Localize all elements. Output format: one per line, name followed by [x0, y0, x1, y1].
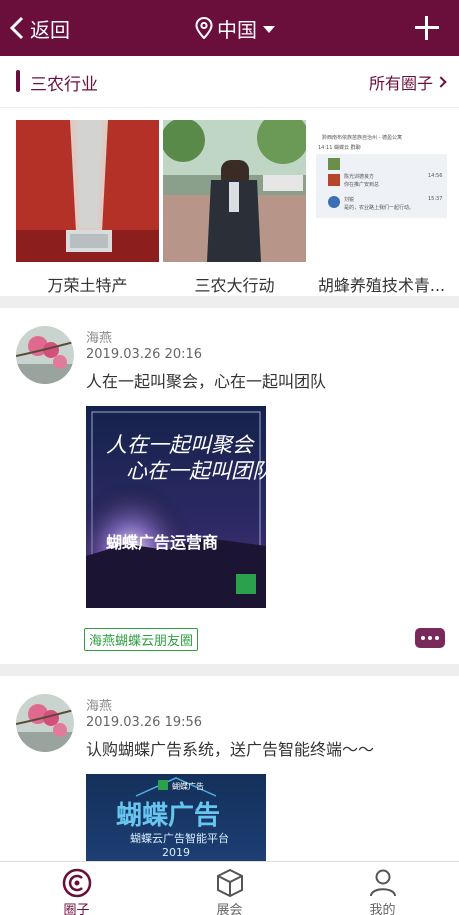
divider [0, 664, 459, 676]
circle-name: 万荣土特产 [47, 276, 128, 295]
circle-card[interactable]: 黔西南布依族苗族自治州 - 德盈公寓 14:11 蝴蝶云 群聊 陈光训德良方 你… [310, 120, 453, 296]
avatar[interactable] [16, 326, 74, 384]
circle-list: 万荣土特产 三农大行动 黔西南布依族苗族自治州 - 德盈公寓 14:11 蝴蝶云… [0, 108, 459, 296]
chat-row-time: 14:56 [428, 173, 443, 179]
bottom-nav: 圈子 展会 我的 [0, 861, 459, 915]
top-bar: 返回 中国 [0, 0, 459, 56]
post-text: 人在一起叫聚会，心在一起叫团队 [86, 372, 327, 391]
nav-mine[interactable]: 我的 [306, 862, 459, 915]
circle-tag[interactable]: 海燕蝴蝶云朋友圈 [84, 628, 199, 651]
post-image[interactable]: 蝴蝶广告 蝴蝶广告 蝴蝶云广告智能平台 2019 [86, 774, 266, 861]
location-label: 中国 [217, 17, 257, 42]
circle-thumbnail [16, 120, 159, 262]
back-button[interactable]: 返回 [8, 12, 70, 44]
circle-thumbnail: 黔西南布依族苗族自治州 - 德盈公寓 14:11 蝴蝶云 群聊 陈光训德良方 你… [310, 120, 453, 262]
more-options-button[interactable] [415, 628, 445, 648]
circle-card[interactable]: 三农大行动 [163, 120, 306, 296]
circles-icon [62, 868, 92, 898]
all-circles-link[interactable]: 所有圈子 [368, 70, 447, 94]
post-card: 海燕 2019.03.26 20:16 人在一起叫聚会，心在一起叫团队 人在一起… [0, 308, 459, 664]
nav-circles[interactable]: 圈子 [0, 862, 153, 915]
section-title: 三农行业 [30, 75, 98, 95]
chevron-right-icon [435, 76, 447, 88]
post-author: 海燕 [86, 331, 113, 346]
all-circles-label: 所有圈子 [368, 74, 433, 93]
post-text: 认购蝴蝶广告系统，送广告智能终端～～ [86, 740, 375, 759]
section-header: 三农行业 所有圈子 [0, 56, 459, 108]
add-icon[interactable] [413, 14, 441, 42]
nav-label: 圈子 [63, 903, 90, 915]
back-label: 返回 [30, 17, 70, 42]
circle-name: 胡蜂养殖技术青... [317, 276, 446, 295]
chevron-left-icon [9, 16, 24, 40]
user-icon [370, 869, 396, 897]
nav-label: 展会 [216, 903, 243, 915]
chat-row-name: 陈光训德良方 [344, 174, 375, 180]
chat-header: 黔西南布依族苗族自治州 - 德盈公寓 [322, 135, 402, 141]
location-pin-icon [195, 17, 213, 39]
chat-subheader: 14:11 蝴蝶云 群聊 [318, 145, 361, 151]
chat-row-msg: 是的，农业路上我们一起行动。 [344, 205, 415, 211]
dot-icon [428, 636, 432, 640]
circle-card[interactable]: 万荣土特产 [16, 120, 159, 296]
caret-down-icon [263, 25, 275, 33]
section-marker [16, 70, 20, 92]
circle-thumbnail [163, 120, 306, 262]
post-image[interactable]: 人在一起叫聚会 心在一起叫团队 蝴蝶广告运营商 [86, 406, 266, 608]
post-card: 海燕 2019.03.26 19:56 认购蝴蝶广告系统，送广告智能终端～～ 蝴… [0, 676, 459, 861]
cube-icon [217, 868, 243, 898]
avatar[interactable] [16, 694, 74, 752]
chat-row-time: 15:37 [428, 196, 443, 202]
image-slogan-1: 人在一起叫聚会 [106, 433, 255, 457]
nav-expo[interactable]: 展会 [153, 862, 306, 915]
post-time: 2019.03.26 20:16 [86, 347, 203, 362]
nav-label: 我的 [369, 903, 396, 915]
post-author: 海燕 [86, 699, 113, 714]
image-slogan-2: 心在一起叫团队 [126, 459, 266, 483]
image-subtitle: 蝴蝶云广告智能平台 [130, 831, 229, 845]
chat-row-msg: 你在推广安到总 [344, 182, 380, 188]
dot-icon [421, 636, 425, 640]
chat-row-name: 刘锐 [344, 197, 355, 203]
image-caption: 蝴蝶广告运营商 [106, 533, 218, 552]
image-year: 2019 [162, 846, 190, 859]
dot-icon [435, 636, 439, 640]
divider [0, 296, 459, 308]
image-title: 蝴蝶广告 [116, 801, 220, 831]
image-brand: 蝴蝶广告 [172, 781, 204, 791]
location-selector[interactable]: 中国 [195, 12, 275, 44]
circle-name: 三农大行动 [194, 276, 275, 295]
post-time: 2019.03.26 19:56 [86, 715, 203, 730]
